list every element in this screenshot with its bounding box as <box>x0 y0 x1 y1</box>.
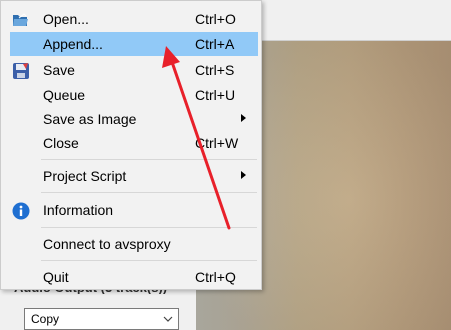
annotation-arrow <box>162 46 231 230</box>
